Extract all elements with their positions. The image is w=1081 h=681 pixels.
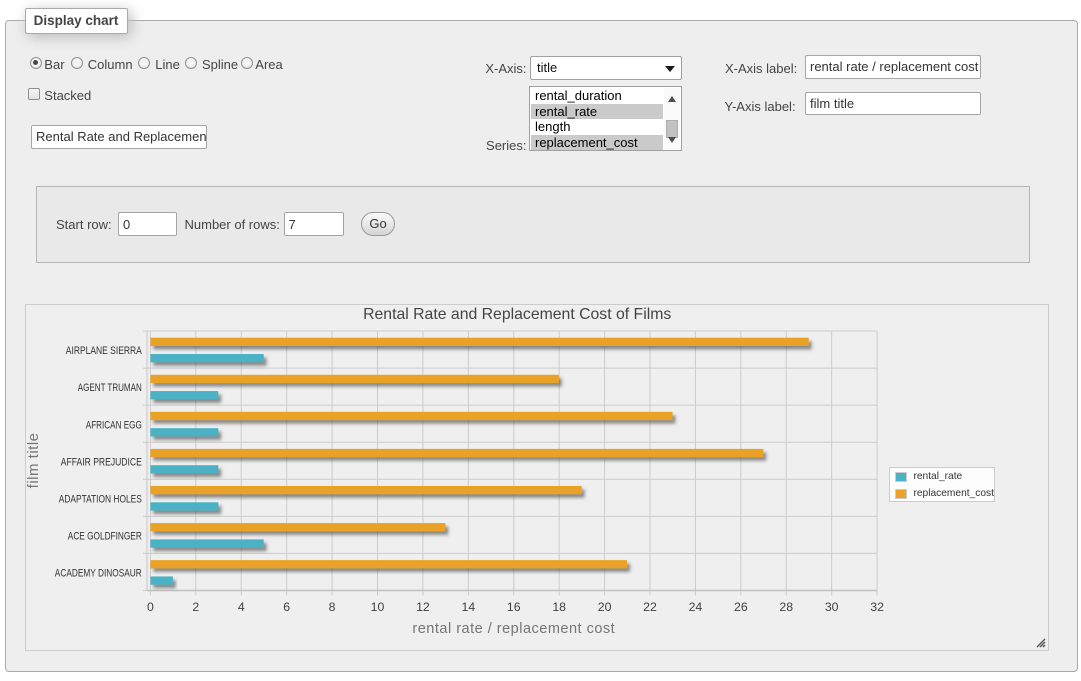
svg-text:ADAPTATION HOLES: ADAPTATION HOLES xyxy=(58,493,141,505)
svg-text:20: 20 xyxy=(597,600,611,614)
svg-text:2: 2 xyxy=(192,600,199,614)
svg-text:16: 16 xyxy=(506,600,520,614)
svg-text:28: 28 xyxy=(779,600,793,614)
svg-text:26: 26 xyxy=(733,600,747,614)
svg-text:32: 32 xyxy=(870,600,884,614)
svg-text:AFFAIR PREJUDICE: AFFAIR PREJUDICE xyxy=(60,456,141,468)
svg-text:AGENT TRUMAN: AGENT TRUMAN xyxy=(77,382,141,394)
svg-text:ACADEMY DINOSAUR: ACADEMY DINOSAUR xyxy=(54,567,141,579)
svg-text:film title: film title xyxy=(25,432,42,488)
svg-text:0: 0 xyxy=(146,600,153,614)
svg-text:Rental Rate and Replacement Co: Rental Rate and Replacement Cost of Film… xyxy=(363,305,671,322)
svg-text:12: 12 xyxy=(416,600,430,614)
svg-text:8: 8 xyxy=(328,600,335,614)
svg-text:ACE GOLDFINGER: ACE GOLDFINGER xyxy=(67,530,141,542)
svg-text:AIRPLANE SIERRA: AIRPLANE SIERRA xyxy=(65,345,142,357)
svg-text:22: 22 xyxy=(643,600,657,614)
svg-text:14: 14 xyxy=(461,600,475,614)
svg-text:24: 24 xyxy=(688,600,702,614)
svg-text:rental rate / replacement cost: rental rate / replacement cost xyxy=(412,620,615,636)
svg-text:AFRICAN EGG: AFRICAN EGG xyxy=(85,419,141,431)
svg-text:30: 30 xyxy=(824,600,838,614)
svg-text:4: 4 xyxy=(237,600,244,614)
svg-text:10: 10 xyxy=(370,600,384,614)
svg-text:18: 18 xyxy=(552,600,566,614)
svg-text:6: 6 xyxy=(283,600,290,614)
